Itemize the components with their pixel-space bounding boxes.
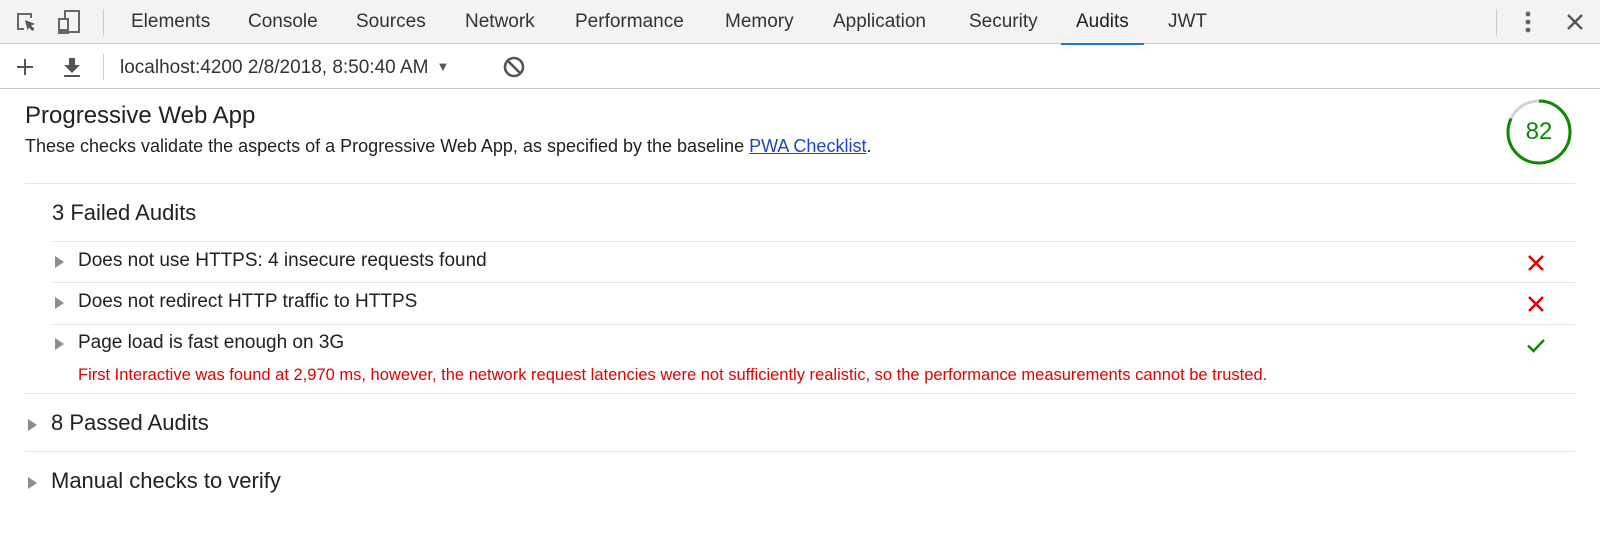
cross-icon: [1528, 296, 1544, 312]
tab-sources[interactable]: Sources: [356, 0, 426, 44]
inspect-element-icon[interactable]: [12, 8, 40, 36]
toolbar-divider: [103, 54, 104, 80]
tab-jwt[interactable]: JWT: [1168, 0, 1207, 44]
tab-performance[interactable]: Performance: [575, 0, 684, 44]
audit-title: Page load is fast enough on 3G: [78, 332, 345, 353]
description-text: These checks validate the aspects of a P…: [25, 136, 750, 156]
toolbar-divider: [103, 9, 104, 36]
tab-network[interactable]: Network: [465, 0, 535, 44]
audit-row[interactable]: Does not redirect HTTP traffic to HTTPS: [55, 283, 1547, 323]
pwa-checklist-link[interactable]: PWA Checklist: [749, 136, 866, 156]
tab-security[interactable]: Security: [969, 0, 1038, 44]
devtools-tabbar: Elements Console Sources Network Perform…: [0, 0, 1600, 45]
expand-arrow-icon: [55, 256, 64, 268]
check-icon: [1527, 339, 1545, 353]
expand-arrow-icon: [55, 338, 64, 350]
toolbar-divider: [1496, 9, 1497, 36]
close-icon[interactable]: [1561, 8, 1589, 36]
tab-console[interactable]: Console: [248, 0, 318, 44]
failed-audits-title: 3 Failed Audits: [52, 200, 197, 225]
cross-icon: [1528, 255, 1544, 271]
category-title: Progressive Web App: [25, 102, 256, 129]
passed-audits-title: 8 Passed Audits: [51, 410, 209, 435]
expand-arrow-icon: [28, 477, 37, 489]
audit-warning-message: First Interactive was found at 2,970 ms,…: [78, 366, 1268, 384]
tab-audits[interactable]: Audits: [1061, 0, 1144, 45]
score-value: 82: [1525, 118, 1553, 145]
audit-row[interactable]: Does not use HTTPS: 4 insecure requests …: [55, 242, 1547, 282]
audit-row[interactable]: Page load is fast enough on 3G: [55, 324, 1547, 364]
more-vertical-icon[interactable]: [1514, 8, 1542, 36]
tab-memory[interactable]: Memory: [725, 0, 794, 44]
divider: [25, 183, 1575, 184]
audit-title: Does not use HTTPS: 4 insecure requests …: [78, 250, 487, 271]
download-icon[interactable]: [58, 53, 86, 81]
divider: [25, 451, 1575, 452]
tab-elements[interactable]: Elements: [131, 0, 210, 44]
expand-arrow-icon: [28, 419, 37, 431]
manual-checks-title: Manual checks to verify: [51, 468, 281, 493]
device-toolbar-icon[interactable]: [55, 8, 83, 36]
tab-application[interactable]: Application: [833, 0, 926, 44]
plus-icon[interactable]: [11, 53, 39, 81]
audit-title: Does not redirect HTTP traffic to HTTPS: [78, 291, 418, 312]
caret-down-icon: ▼: [436, 59, 450, 74]
description-suffix: .: [866, 136, 872, 156]
report-select[interactable]: localhost:4200 2/8/2018, 8:50:40 AM ▼: [120, 45, 449, 89]
expand-arrow-icon: [55, 297, 64, 309]
divider: [25, 393, 1575, 394]
score-gauge: 82: [1505, 98, 1573, 166]
report-select-value: localhost:4200 2/8/2018, 8:50:40 AM: [120, 57, 429, 78]
category-description: These checks validate the aspects of a P…: [25, 136, 871, 157]
clear-block-icon[interactable]: [500, 53, 528, 81]
audits-toolbar: localhost:4200 2/8/2018, 8:50:40 AM ▼: [0, 45, 1600, 89]
